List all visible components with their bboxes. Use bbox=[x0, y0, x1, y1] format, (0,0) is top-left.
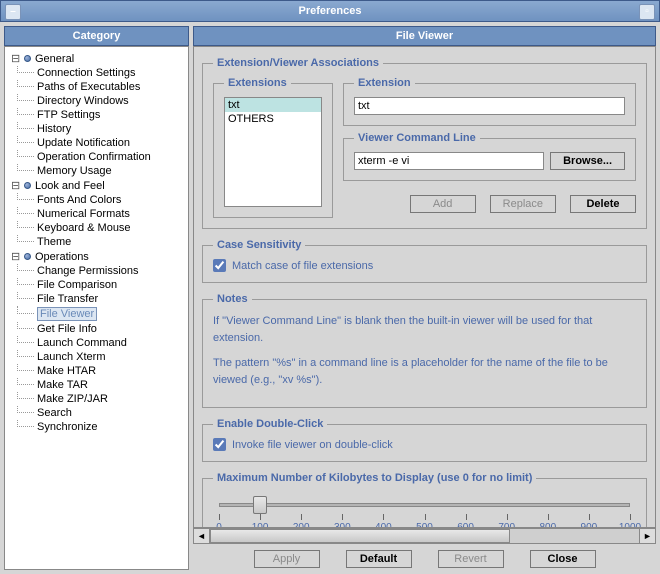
match-case-label: Match case of file extensions bbox=[232, 260, 373, 272]
revert-button[interactable]: Revert bbox=[438, 550, 504, 568]
viewer-command-group: Viewer Command Line Browse... bbox=[343, 132, 636, 181]
tree-item[interactable]: File Transfer bbox=[7, 292, 186, 306]
match-case-checkbox[interactable] bbox=[213, 259, 226, 272]
tree-item[interactable]: Make TAR bbox=[7, 378, 186, 392]
tree-item[interactable]: Get File Info bbox=[7, 322, 186, 336]
window-title: Preferences bbox=[299, 5, 362, 17]
category-panel: Category ⊟GeneralConnection SettingsPath… bbox=[4, 26, 189, 570]
double-click-checkbox[interactable] bbox=[213, 438, 226, 451]
max-kb-slider[interactable] bbox=[219, 496, 630, 514]
viewer-command-input[interactable] bbox=[354, 152, 544, 170]
double-click-row[interactable]: Invoke file viewer on double-click bbox=[213, 438, 636, 451]
default-button[interactable]: Default bbox=[346, 550, 412, 568]
max-kb-legend: Maximum Number of Kilobytes to Display (… bbox=[213, 472, 536, 484]
apply-button[interactable]: Apply bbox=[254, 550, 320, 568]
match-case-row[interactable]: Match case of file extensions bbox=[213, 259, 636, 272]
tree-item[interactable]: Directory Windows bbox=[7, 94, 186, 108]
scroll-left-icon[interactable]: ◄ bbox=[194, 529, 210, 543]
extension-item[interactable]: OTHERS bbox=[225, 112, 321, 126]
tree-item[interactable]: Memory Usage bbox=[7, 164, 186, 178]
delete-button[interactable]: Delete bbox=[570, 195, 636, 213]
extension-field-legend: Extension bbox=[354, 77, 415, 89]
tree-item[interactable]: Search bbox=[7, 406, 186, 420]
close-button[interactable]: Close bbox=[530, 550, 596, 568]
tree-item[interactable]: History bbox=[7, 122, 186, 136]
viewer-command-legend: Viewer Command Line bbox=[354, 132, 480, 144]
category-tree[interactable]: ⊟GeneralConnection SettingsPaths of Exec… bbox=[4, 46, 189, 570]
notes-p2: The pattern "%s" in a command line is a … bbox=[213, 355, 636, 389]
tree-category[interactable]: ⊟Look and Feel bbox=[7, 178, 186, 193]
case-sensitivity-group: Case Sensitivity Match case of file exte… bbox=[202, 239, 647, 283]
category-dot-icon bbox=[24, 182, 31, 189]
tree-item[interactable]: Numerical Formats bbox=[7, 207, 186, 221]
tree-item[interactable]: Make ZIP/JAR bbox=[7, 392, 186, 406]
titlebar: – Preferences ▫ bbox=[0, 0, 660, 22]
tree-item[interactable]: Make HTAR bbox=[7, 364, 186, 378]
case-sensitivity-legend: Case Sensitivity bbox=[213, 239, 305, 251]
tree-item[interactable]: Launch Xterm bbox=[7, 350, 186, 364]
settings-panel: File Viewer Extension/Viewer Association… bbox=[193, 26, 656, 570]
max-kb-group: Maximum Number of Kilobytes to Display (… bbox=[202, 472, 647, 528]
tree-item[interactable]: Theme bbox=[7, 235, 186, 249]
double-click-legend: Enable Double-Click bbox=[213, 418, 327, 430]
extension-associations-legend: Extension/Viewer Associations bbox=[213, 57, 383, 69]
notes-p1: If "Viewer Command Line" is blank then t… bbox=[213, 313, 636, 347]
expand-toggle-icon[interactable]: ⊟ bbox=[11, 250, 20, 263]
settings-content: Extension/Viewer Associations Extensions… bbox=[193, 46, 656, 528]
extensions-list-legend: Extensions bbox=[224, 77, 291, 89]
tree-item[interactable]: FTP Settings bbox=[7, 108, 186, 122]
tree-item[interactable]: File Comparison bbox=[7, 278, 186, 292]
scroll-right-icon[interactable]: ► bbox=[639, 529, 655, 543]
tree-item[interactable]: Synchronize bbox=[7, 420, 186, 434]
tree-item[interactable]: Connection Settings bbox=[7, 66, 186, 80]
category-header: Category bbox=[4, 26, 189, 46]
tree-item[interactable]: File Viewer bbox=[7, 306, 186, 322]
tree-item[interactable]: Keyboard & Mouse bbox=[7, 221, 186, 235]
tree-item[interactable]: Update Notification bbox=[7, 136, 186, 150]
expand-toggle-icon[interactable]: ⊟ bbox=[11, 179, 20, 192]
notes-legend: Notes bbox=[213, 293, 252, 305]
add-button[interactable]: Add bbox=[410, 195, 476, 213]
extensions-listbox[interactable]: txtOTHERS bbox=[224, 97, 322, 207]
expand-toggle-icon[interactable]: ⊟ bbox=[11, 52, 20, 65]
tree-category[interactable]: ⊟Operations bbox=[7, 249, 186, 264]
horizontal-scrollbar[interactable]: ◄ ► bbox=[193, 528, 656, 544]
tree-item[interactable]: Paths of Executables bbox=[7, 80, 186, 94]
extension-item[interactable]: txt bbox=[225, 98, 321, 112]
extension-input[interactable] bbox=[354, 97, 625, 115]
window-menu-button[interactable]: – bbox=[5, 4, 21, 20]
notes-group: Notes If "Viewer Command Line" is blank … bbox=[202, 293, 647, 408]
tree-category[interactable]: ⊟General bbox=[7, 51, 186, 66]
extension-field-group: Extension bbox=[343, 77, 636, 126]
dialog-footer: Apply Default Revert Close bbox=[193, 544, 656, 570]
browse-button[interactable]: Browse... bbox=[550, 152, 625, 170]
window-maximize-button[interactable]: ▫ bbox=[639, 4, 655, 20]
double-click-group: Enable Double-Click Invoke file viewer o… bbox=[202, 418, 647, 462]
tree-item[interactable]: Change Permissions bbox=[7, 264, 186, 278]
tree-item[interactable]: Operation Confirmation bbox=[7, 150, 186, 164]
tree-item[interactable]: Launch Command bbox=[7, 336, 186, 350]
double-click-label: Invoke file viewer on double-click bbox=[232, 439, 393, 451]
tree-item[interactable]: Fonts And Colors bbox=[7, 193, 186, 207]
extensions-list-group: Extensions txtOTHERS bbox=[213, 77, 333, 218]
settings-header: File Viewer bbox=[193, 26, 656, 46]
category-dot-icon bbox=[24, 55, 31, 62]
category-dot-icon bbox=[24, 253, 31, 260]
replace-button[interactable]: Replace bbox=[490, 195, 556, 213]
extension-associations-group: Extension/Viewer Associations Extensions… bbox=[202, 57, 647, 229]
